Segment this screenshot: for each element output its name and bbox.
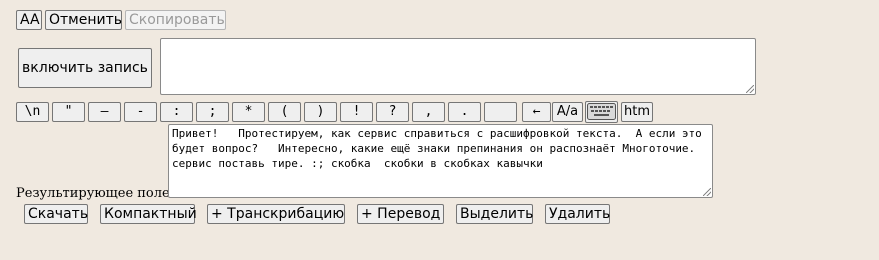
- key-space[interactable]: [484, 102, 517, 122]
- key-exclamation[interactable]: !: [340, 102, 373, 122]
- compact-button[interactable]: Компактный: [100, 204, 197, 224]
- cancel-button[interactable]: Отменить: [45, 10, 122, 30]
- key-newline[interactable]: \n: [16, 102, 49, 122]
- key-period[interactable]: .: [448, 102, 481, 122]
- resize-grip-icon[interactable]: [746, 85, 754, 93]
- keyboard-icon: [587, 103, 616, 120]
- enable-recording-button[interactable]: включить запись: [18, 48, 152, 88]
- aa-button[interactable]: AA: [16, 10, 42, 30]
- key-html[interactable]: htm: [621, 102, 653, 122]
- key-hyphen[interactable]: -: [124, 102, 157, 122]
- add-transcription-button[interactable]: + Транскрибацию: [207, 204, 345, 224]
- key-comma[interactable]: ,: [412, 102, 445, 122]
- key-open-paren[interactable]: (: [268, 102, 301, 122]
- result-text: Привет! Протестируем, как сервис справит…: [172, 127, 709, 170]
- delete-button[interactable]: Удалить: [545, 204, 610, 224]
- resize-grip-icon[interactable]: [703, 188, 711, 196]
- key-backspace[interactable]: ←: [522, 102, 551, 122]
- key-question[interactable]: ?: [376, 102, 409, 122]
- key-close-paren[interactable]: ): [304, 102, 337, 122]
- result-label: Результирующее поле: [16, 186, 170, 201]
- key-colon[interactable]: :: [160, 102, 193, 122]
- record-input[interactable]: [160, 38, 756, 95]
- record-input-text: [161, 39, 755, 41]
- key-quote[interactable]: ": [52, 102, 85, 122]
- key-em-dash[interactable]: —: [88, 102, 121, 122]
- keyboard-button[interactable]: [585, 101, 618, 123]
- copy-button[interactable]: Скопировать: [125, 10, 226, 30]
- key-asterisk[interactable]: *: [232, 102, 265, 122]
- key-semicolon[interactable]: ;: [196, 102, 229, 122]
- key-toggle-case[interactable]: A/a: [552, 102, 583, 122]
- add-translation-button[interactable]: + Перевод: [357, 204, 444, 224]
- result-textarea[interactable]: Привет! Протестируем, как сервис справит…: [168, 124, 713, 198]
- select-button[interactable]: Выделить: [456, 204, 533, 224]
- download-button[interactable]: Скачать: [24, 204, 88, 224]
